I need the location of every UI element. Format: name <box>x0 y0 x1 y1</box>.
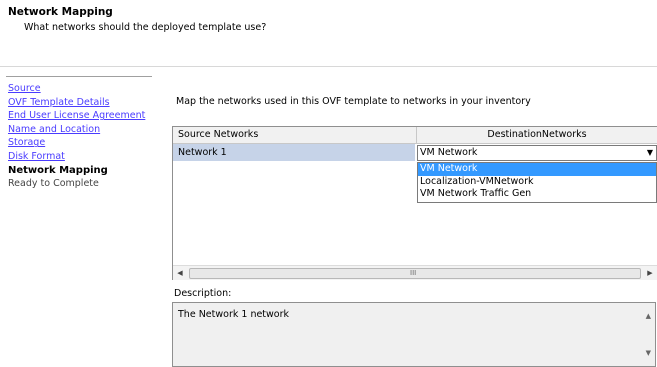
scroll-right-icon[interactable]: ▶ <box>643 266 657 280</box>
step-disk-format[interactable]: Disk Format <box>8 150 145 164</box>
step-ovf-template-details[interactable]: OVF Template Details <box>8 96 145 110</box>
column-header-destination[interactable]: DestinationNetworks <box>417 127 657 144</box>
step-storage[interactable]: Storage <box>8 136 145 150</box>
scroll-up-icon[interactable]: ▲ <box>646 312 651 320</box>
column-header-source[interactable]: Source Networks <box>173 127 417 144</box>
description-text: The Network 1 network <box>178 309 290 320</box>
wizard-steps-nav: Source OVF Template Details End User Lic… <box>8 82 145 191</box>
header-divider <box>0 66 657 67</box>
description-box: The Network 1 network ▲ ▼ <box>172 302 656 367</box>
chevron-down-icon[interactable]: ▼ <box>647 146 653 160</box>
scrollbar-thumb[interactable]: III <box>189 268 641 279</box>
instruction-text: Map the networks used in this OVF templa… <box>176 96 531 107</box>
dropdown-option-localization-vmnetwork[interactable]: Localization-VMNetwork <box>418 176 656 189</box>
network-mapping-table: Source Networks DestinationNetworks Netw… <box>172 126 657 280</box>
destination-network-value: VM Network <box>420 147 478 158</box>
dropdown-option-vm-network[interactable]: VM Network <box>418 163 656 176</box>
scrollbar-grip: III <box>410 269 417 277</box>
step-ready-to-complete: Ready to Complete <box>8 178 99 190</box>
page-subtitle: What networks should the deployed templa… <box>24 22 267 33</box>
scroll-left-icon[interactable]: ◀ <box>173 266 187 280</box>
step-name-and-location[interactable]: Name and Location <box>8 123 145 137</box>
description-label: Description: <box>174 288 232 299</box>
destination-network-dropdown: VM Network Localization-VMNetwork VM Net… <box>417 162 657 203</box>
step-eula[interactable]: End User License Agreement <box>8 109 145 123</box>
sidebar-divider <box>6 76 152 77</box>
table-row-source-cell[interactable]: Network 1 <box>173 144 415 161</box>
page-title: Network Mapping <box>8 6 113 18</box>
dropdown-option-vm-network-traffic-gen[interactable]: VM Network Traffic Gen <box>418 188 656 201</box>
wizard-header: Network Mapping What networks should the… <box>0 0 657 62</box>
step-source[interactable]: Source <box>8 82 145 96</box>
step-network-mapping: Network Mapping <box>8 164 108 176</box>
horizontal-scrollbar[interactable]: ◀ III ▶ <box>173 265 657 280</box>
destination-network-select[interactable]: VM Network ▼ <box>417 145 657 161</box>
scroll-down-icon[interactable]: ▼ <box>646 349 651 357</box>
